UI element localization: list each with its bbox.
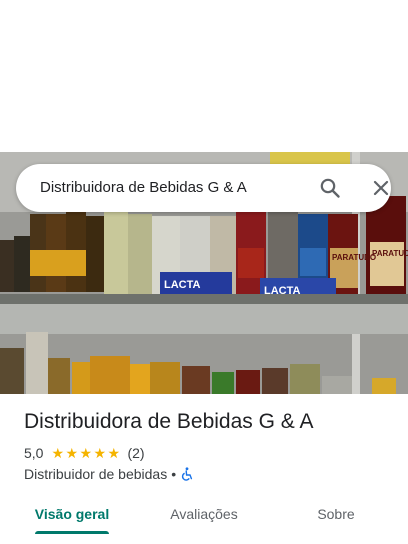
separator-dot: •	[171, 466, 177, 482]
tab-about[interactable]: Sobre	[306, 495, 366, 533]
place-category: Distribuidor de bebidas	[24, 466, 168, 482]
svg-text:PARATUDO: PARATUDO	[372, 249, 408, 258]
star-icon: ★	[65, 445, 79, 461]
review-count[interactable]: (2)	[127, 445, 144, 461]
place-title: Distribuidora de Bebidas G & A	[24, 410, 314, 433]
star-icon: ★	[93, 445, 107, 461]
star-icon: ★	[107, 445, 121, 461]
search-bar[interactable]: Distribuidora de Bebidas G & A	[16, 164, 391, 212]
search-icon[interactable]	[318, 176, 342, 200]
rating-row[interactable]: 5,0 ★ ★ ★ ★ ★ (2)	[24, 444, 145, 462]
wheelchair-icon	[180, 467, 194, 481]
tab-reviews[interactable]: Avaliações	[158, 495, 250, 533]
star-icon: ★	[51, 445, 65, 461]
search-input[interactable]: Distribuidora de Bebidas G & A	[40, 179, 247, 196]
svg-text:LACTA: LACTA	[164, 279, 201, 291]
tab-overview[interactable]: Visão geral	[28, 495, 116, 533]
rating-value: 5,0	[24, 445, 44, 461]
place-tabs: Visão geral Avaliações Sobre	[0, 495, 408, 544]
blank-header-area	[0, 0, 408, 152]
close-icon[interactable]	[369, 176, 393, 200]
star-rating: ★ ★ ★ ★ ★	[51, 446, 121, 460]
svg-text:PARATUDO: PARATUDO	[332, 253, 376, 262]
star-icon: ★	[79, 445, 93, 461]
active-tab-indicator	[35, 531, 109, 534]
category-row: Distribuidor de bebidas •	[24, 465, 194, 483]
